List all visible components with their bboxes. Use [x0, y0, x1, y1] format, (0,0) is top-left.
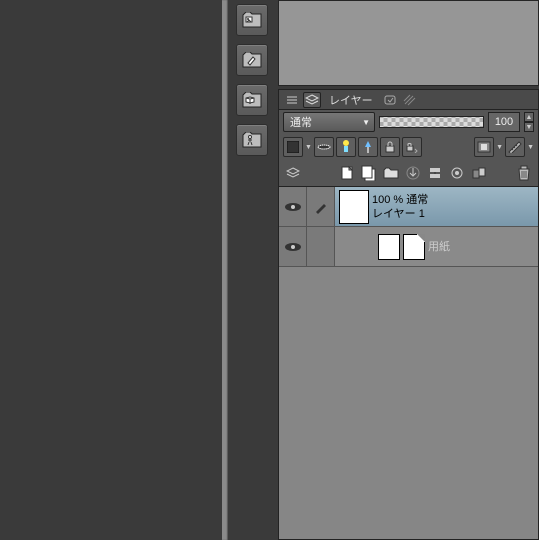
edit-indicator[interactable]: [307, 227, 335, 266]
merge-down-button[interactable]: [425, 163, 445, 183]
tab-hatch-icon[interactable]: [401, 92, 419, 108]
layer-list: 100 % 通常 レイヤー 1 用紙: [279, 186, 538, 539]
panel-tabstrip: レイヤー: [279, 90, 538, 110]
layer-opacity-line: 100 % 通常: [372, 193, 428, 207]
layer-target-button[interactable]: [447, 163, 467, 183]
shelf-pose-folder[interactable]: [236, 124, 268, 156]
blend-mode-select[interactable]: 通常 ▼: [283, 112, 375, 132]
blend-mode-label: 通常: [290, 114, 312, 130]
chevron-down-icon[interactable]: ▼: [496, 144, 503, 151]
opacity-slider[interactable]: [379, 116, 484, 128]
new-raster-layer-button[interactable]: [337, 163, 357, 183]
visibility-toggle[interactable]: [279, 187, 307, 226]
new-folder-button[interactable]: [381, 163, 401, 183]
blend-row: 通常 ▼ 100 ▲ ▼: [279, 110, 538, 134]
layer-property-row: ▼ ▼ ▼: [279, 134, 538, 160]
clip-mask-button[interactable]: [314, 137, 334, 157]
layer-name: レイヤー 1: [372, 207, 428, 221]
layer-thumbnail: [378, 234, 400, 260]
draft-layer-button[interactable]: [358, 137, 378, 157]
chevron-down-icon: ▼: [362, 118, 370, 127]
layers-panel: レイヤー 通常 ▼ 100 ▲ ▼ ▼: [278, 89, 539, 540]
chevron-down-icon[interactable]: ▼: [527, 144, 534, 151]
new-vector-layer-button[interactable]: [359, 163, 379, 183]
shelf-3d-folder[interactable]: [236, 84, 268, 116]
palette-color-button[interactable]: [283, 137, 303, 157]
two-windows-button[interactable]: [469, 163, 489, 183]
layer-thumbnail: [339, 190, 369, 224]
panel-menu-icon[interactable]: [283, 92, 301, 108]
chevron-down-icon[interactable]: ▼: [524, 122, 534, 132]
layer-body[interactable]: 100 % 通常 レイヤー 1: [335, 187, 538, 226]
edit-indicator[interactable]: [307, 187, 335, 226]
layer-row[interactable]: 100 % 通常 レイヤー 1: [279, 187, 538, 227]
canvas-area: [0, 0, 228, 540]
mask-enable-button[interactable]: [474, 137, 494, 157]
paper-icon: [403, 234, 425, 260]
shelf-material-folder[interactable]: [236, 44, 268, 76]
tab-layers[interactable]: [303, 92, 321, 108]
layer-name: 用紙: [428, 240, 450, 254]
opacity-value[interactable]: 100: [488, 112, 520, 132]
delete-layer-button[interactable]: [514, 163, 534, 183]
visibility-toggle[interactable]: [279, 227, 307, 266]
preview-panel: [278, 0, 539, 86]
shelf-image-folder[interactable]: [236, 4, 268, 36]
panel-title: レイヤー: [323, 92, 379, 108]
tool-shelf: [236, 0, 272, 200]
reference-layer-button[interactable]: [336, 137, 356, 157]
chevron-down-icon[interactable]: ▼: [305, 144, 312, 151]
layer-action-row: [279, 160, 538, 186]
tab-layer-search[interactable]: [381, 92, 399, 108]
lock-button[interactable]: [380, 137, 400, 157]
layer-row[interactable]: 用紙: [279, 227, 538, 267]
lock-menu-button[interactable]: [402, 137, 422, 157]
transfer-down-button[interactable]: [403, 163, 423, 183]
chevron-up-icon[interactable]: ▲: [524, 112, 534, 122]
opacity-stepper[interactable]: ▲ ▼: [524, 112, 534, 132]
layer-body[interactable]: 用紙: [335, 227, 538, 266]
ruler-button[interactable]: [505, 137, 525, 157]
layer-mode-icon[interactable]: [283, 163, 303, 183]
